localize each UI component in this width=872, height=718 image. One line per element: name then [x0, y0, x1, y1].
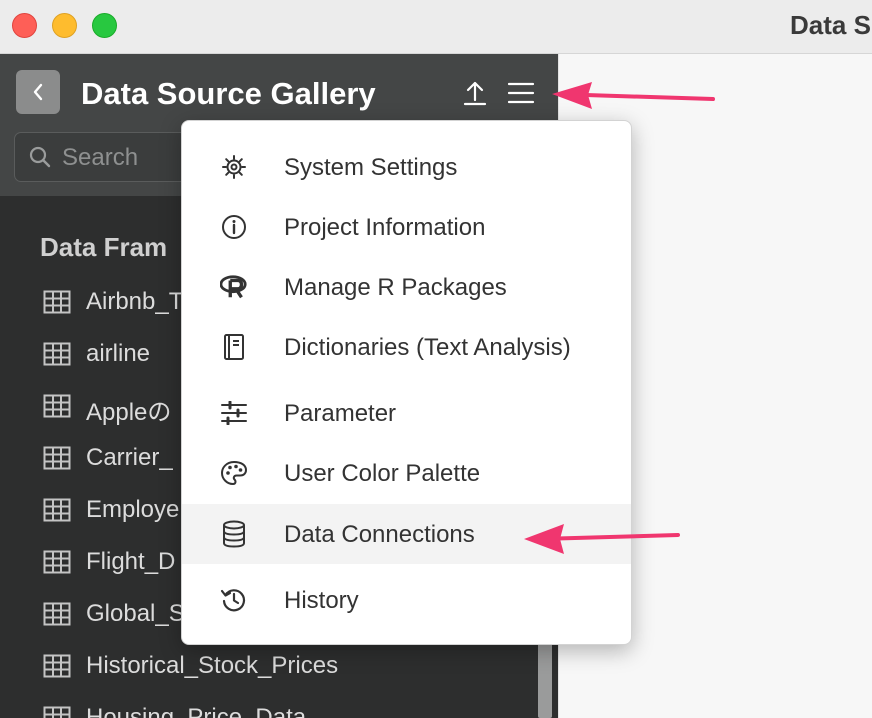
menu-item-dictionaries[interactable]: Dictionaries (Text Analysis): [182, 317, 631, 377]
close-window-button[interactable]: [12, 13, 37, 38]
app-menu-dropdown: System Settings Project Information Mana…: [181, 120, 632, 645]
menu-item-system-settings[interactable]: System Settings: [182, 137, 631, 197]
table-icon: [43, 550, 71, 574]
table-icon: [43, 602, 71, 626]
zoom-window-button[interactable]: [92, 13, 117, 38]
back-button[interactable]: [16, 70, 60, 114]
list-item-label: Employe: [86, 496, 180, 523]
menu-item-label: Dictionaries (Text Analysis): [284, 334, 571, 361]
annotation-arrow-icon: [552, 82, 715, 109]
table-icon: [43, 290, 71, 314]
export-button[interactable]: [460, 78, 490, 108]
menu-item-label: History: [284, 587, 359, 614]
menu-item-label: System Settings: [284, 154, 458, 181]
search-placeholder: Search: [62, 144, 139, 171]
list-item-label: Historical_Stock_Prices: [86, 652, 339, 679]
chevron-left-icon: [33, 83, 43, 101]
list-item-label: Airbnb_T: [86, 288, 184, 315]
window-title: Data S: [790, 10, 871, 40]
menu-item-label: Data Connections: [284, 521, 475, 548]
panel-title: Data Source Gallery: [81, 76, 376, 111]
hamburger-menu-icon: [507, 82, 535, 104]
table-icon: [43, 654, 71, 678]
menu-item-manage-r-packages[interactable]: Manage R Packages: [182, 257, 631, 317]
menu-item-label: Project Information: [284, 214, 486, 241]
window-titlebar: Data S: [0, 0, 872, 54]
menu-item-parameter[interactable]: Parameter: [182, 383, 631, 443]
list-item-label: Flight_D: [86, 548, 176, 575]
gear-icon: [220, 153, 248, 181]
annotation-arrow-icon: [524, 524, 680, 554]
menu-item-history[interactable]: History: [182, 570, 631, 630]
palette-icon: [220, 459, 248, 487]
table-icon: [43, 394, 71, 418]
list-item-label: Global_S: [86, 600, 185, 627]
list-item[interactable]: Historical_Stock_Prices: [0, 640, 540, 692]
menu-item-user-color-palette[interactable]: User Color Palette: [182, 443, 631, 503]
list-item[interactable]: Housing_Price_Data: [0, 692, 540, 718]
list-item-label: Housing_Price_Data: [86, 704, 307, 718]
table-icon: [43, 706, 71, 718]
list-item-label: airline: [86, 340, 151, 367]
upload-icon: [463, 81, 487, 106]
list-item-label: Carrier_: [86, 444, 173, 471]
minimize-window-button[interactable]: [52, 13, 77, 38]
search-icon: [29, 146, 51, 168]
table-icon: [43, 446, 71, 470]
r-logo-icon: [220, 273, 248, 301]
menu-item-label: Parameter: [284, 400, 397, 427]
database-icon: [220, 520, 248, 548]
history-icon: [220, 586, 248, 614]
sliders-icon: [220, 399, 248, 427]
book-icon: [220, 333, 248, 361]
table-icon: [43, 342, 71, 366]
table-icon: [43, 498, 71, 522]
menu-item-label: User Color Palette: [284, 460, 481, 487]
section-title: Data Fram: [40, 232, 168, 262]
menu-item-label: Manage R Packages: [284, 274, 507, 301]
list-item-label: Appleの: [86, 399, 172, 426]
menu-item-project-information[interactable]: Project Information: [182, 197, 631, 257]
info-icon: [220, 213, 248, 241]
menu-button[interactable]: [506, 78, 536, 108]
